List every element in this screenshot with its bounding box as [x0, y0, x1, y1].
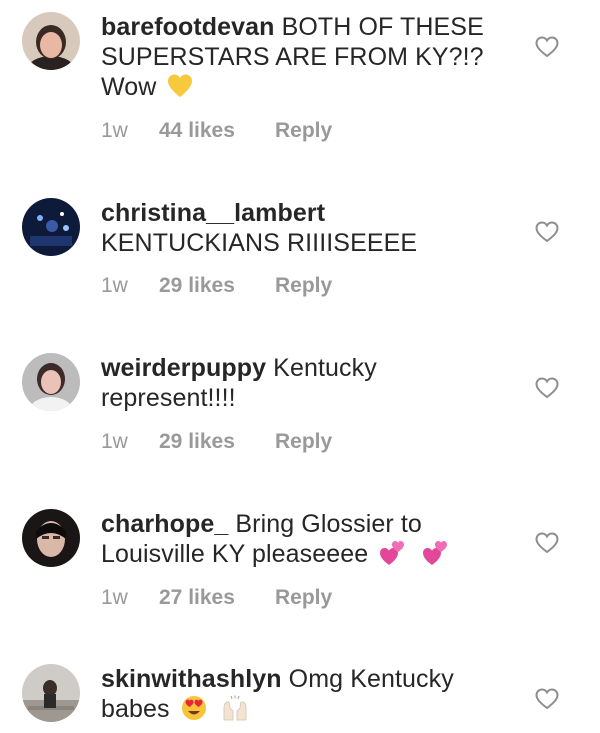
comment-text: Omg Kentucky — [288, 665, 454, 693]
comment-time: 1w — [101, 586, 128, 609]
comment-text: BOTH OF THESE — [281, 13, 484, 41]
two-hearts-icon — [380, 541, 405, 565]
comment-time: 1w — [101, 430, 128, 453]
comment-time: 1w — [101, 119, 128, 142]
comment-text: Bring Glossier to — [235, 510, 422, 538]
yellow-heart-icon — [168, 74, 193, 97]
likes-count[interactable]: 29 likes — [159, 430, 275, 454]
like-heart-icon[interactable] — [535, 532, 559, 554]
comment-text: represent!!!! — [101, 384, 236, 412]
avatar[interactable] — [22, 509, 80, 567]
username[interactable]: weirderpuppy — [101, 354, 266, 382]
reply-button[interactable]: Reply — [275, 274, 332, 298]
like-heart-icon[interactable] — [535, 221, 559, 243]
heart-eyes-face-icon — [181, 696, 206, 720]
reply-button[interactable]: Reply — [275, 586, 332, 610]
username[interactable]: barefootdevan — [101, 13, 275, 41]
like-heart-icon[interactable] — [535, 36, 559, 58]
comment-time: 1w — [101, 274, 128, 297]
likes-count[interactable]: 44 likes — [159, 119, 275, 143]
username[interactable]: christina__lambert — [101, 199, 325, 227]
like-heart-icon[interactable] — [535, 688, 559, 710]
comment-text: Kentucky — [273, 354, 377, 382]
reply-button[interactable]: Reply — [275, 119, 332, 143]
raising-hands-icon — [223, 695, 247, 721]
avatar[interactable] — [22, 12, 80, 70]
avatar[interactable] — [22, 353, 80, 411]
avatar[interactable] — [22, 664, 80, 722]
comment-text: Wow — [101, 73, 157, 101]
username[interactable]: charhope_ — [101, 510, 228, 538]
avatar[interactable] — [22, 198, 80, 256]
comment-text: Louisville KY pleaseeee — [101, 540, 369, 568]
reply-button[interactable]: Reply — [275, 430, 332, 454]
comment-text: KENTUCKIANS RIIIISEEEE — [101, 229, 418, 257]
two-hearts-icon — [423, 541, 448, 565]
likes-count[interactable]: 29 likes — [159, 274, 275, 298]
comment-text: SUPERSTARS ARE FROM KY?!? — [101, 43, 484, 71]
comment-text: babes — [101, 695, 170, 723]
like-heart-icon[interactable] — [535, 377, 559, 399]
likes-count[interactable]: 27 likes — [159, 586, 275, 610]
username[interactable]: skinwithashlyn — [101, 665, 282, 693]
